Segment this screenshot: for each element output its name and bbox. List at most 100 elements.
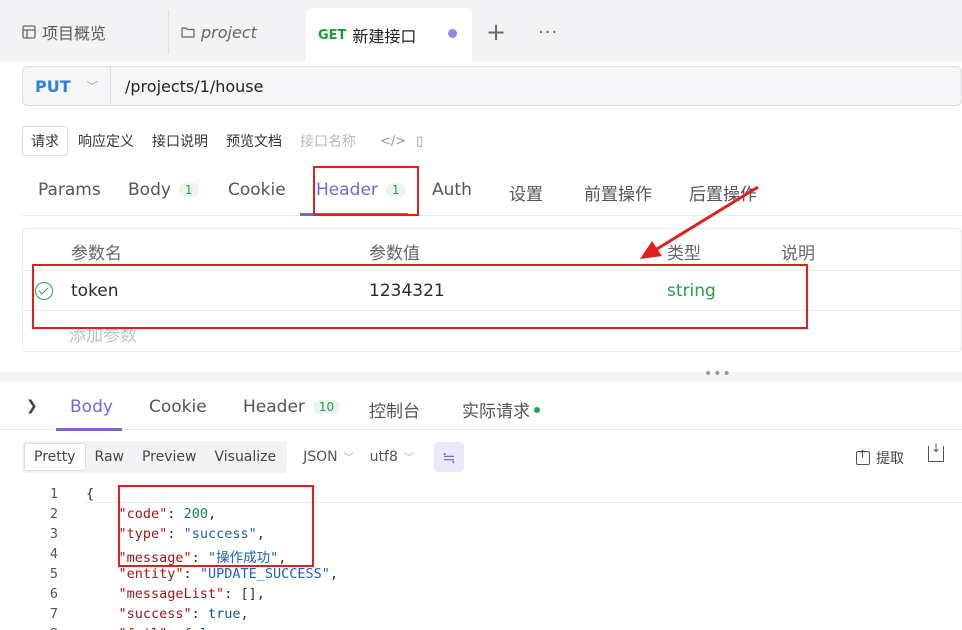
- json-value: "操作成功": [207, 550, 279, 566]
- code-line: 5 "entity": "UPDATE_SUCCESS",: [0, 566, 962, 586]
- tab-label: project: [201, 22, 257, 42]
- top-tab-bar: 项目概览 project GET 新建接口 + ···: [0, 0, 962, 62]
- count-badge: 1: [178, 183, 199, 197]
- code-text: "entity": "UPDATE_SUCCESS",: [118, 566, 338, 582]
- code-line: 4 "message": "操作成功",: [0, 546, 962, 566]
- encoding-value: utf8: [369, 449, 398, 465]
- seg-request[interactable]: 请求: [22, 126, 68, 156]
- code-text: "message": "操作成功",: [118, 550, 287, 566]
- request-tabs: Params Body 1 Cookie Header 1 Auth 设置 前置操作…: [22, 168, 962, 216]
- param-value-cell[interactable]: 1234321: [369, 281, 445, 301]
- resp-tab-header[interactable]: Header 10: [243, 397, 341, 417]
- table-header: 参数名 参数值 类型 说明: [23, 229, 961, 271]
- view-preview-button[interactable]: Preview: [133, 444, 206, 470]
- tab-label: Body: [128, 180, 171, 200]
- folder-icon: [181, 27, 195, 38]
- code-line: 3 "type": "success",: [0, 526, 962, 546]
- tab-cookie[interactable]: Cookie: [228, 180, 286, 200]
- tab-auth[interactable]: Auth: [432, 180, 472, 200]
- line-number: 2: [49, 506, 58, 522]
- json-key: "success": [118, 606, 192, 622]
- enabled-check-icon[interactable]: [35, 282, 53, 300]
- code-text: "success": true,: [118, 606, 249, 622]
- tab-pre-operations[interactable]: 前置操作: [584, 180, 652, 205]
- encoding-select[interactable]: utf8 ﹀: [370, 449, 414, 465]
- panel-splitter[interactable]: •••: [0, 366, 962, 382]
- panel-toggle-icon[interactable]: ▯: [416, 134, 423, 149]
- col-param-name: 参数名: [71, 244, 122, 264]
- resp-tab-actual-request[interactable]: 实际请求: [462, 397, 540, 422]
- col-description: 说明: [781, 244, 815, 264]
- json-key: "messageList": [118, 586, 225, 602]
- tab-params[interactable]: Params: [38, 180, 101, 200]
- format-select[interactable]: JSON ﹀: [303, 449, 354, 465]
- method-value: PUT: [35, 76, 71, 96]
- tab-label: 控制台: [369, 402, 420, 422]
- col-param-value: 参数值: [369, 244, 420, 264]
- code-text: "type": "success",: [118, 526, 265, 542]
- line-number: 5: [49, 566, 58, 582]
- response-tabs: ❯ Body Cookie Header 10 控制台 实际请求: [0, 388, 962, 431]
- param-type-cell[interactable]: string: [667, 281, 716, 301]
- json-value: 200: [183, 506, 208, 522]
- method-select[interactable]: PUT ﹀: [23, 67, 111, 105]
- tab-label: Auth: [432, 180, 472, 200]
- seg-preview-doc[interactable]: 预览文档: [218, 127, 290, 155]
- tab-post-operations[interactable]: 后置操作: [689, 180, 757, 205]
- code-line: 8 "fail": false,: [0, 626, 962, 630]
- resp-tab-cookie[interactable]: Cookie: [149, 397, 207, 417]
- url-input[interactable]: [111, 68, 711, 104]
- seg-response-definition[interactable]: 响应定义: [70, 127, 142, 155]
- tab-project[interactable]: project: [168, 10, 304, 54]
- resp-tab-console[interactable]: 控制台: [369, 397, 420, 422]
- chevron-down-icon: ﹀: [86, 80, 98, 93]
- line-number: 8: [30, 626, 58, 630]
- code-line: 1{: [0, 486, 962, 506]
- param-name-cell[interactable]: token: [71, 281, 119, 301]
- tab-settings[interactable]: 设置: [509, 180, 543, 205]
- code-text: "fail": false,: [86, 626, 233, 630]
- resp-tab-body[interactable]: Body: [70, 397, 113, 417]
- count-badge: 10: [312, 400, 341, 414]
- response-code-view[interactable]: 1{2 "code": 200, 3 "type": "success", 4 "m…: [0, 484, 962, 630]
- line-number: 7: [49, 606, 58, 622]
- response-view-toolbar: Pretty Raw Preview Visualize JSON ﹀ utf8 ﹀…: [22, 440, 962, 474]
- extract-icon: [856, 448, 870, 465]
- json-value: []: [240, 586, 257, 602]
- code-icon[interactable]: </>: [380, 134, 406, 149]
- view-raw-button[interactable]: Raw: [86, 444, 133, 470]
- chevron-down-icon: ﹀: [343, 453, 354, 464]
- code-line: 2 "code": 200,: [0, 506, 962, 526]
- request-url-bar: PUT ﹀: [22, 66, 962, 106]
- json-key: "entity": [118, 566, 184, 582]
- extract-button[interactable]: 提取: [856, 448, 904, 468]
- tab-header[interactable]: Header 1: [316, 180, 406, 200]
- overview-icon: [22, 25, 36, 39]
- view-visualize-button[interactable]: Visualize: [205, 444, 285, 470]
- json-value: "success": [183, 526, 257, 542]
- chevron-down-icon: ﹀: [403, 453, 414, 464]
- status-dot-icon: [534, 406, 540, 413]
- add-param-input[interactable]: 添加参数: [69, 321, 137, 346]
- col-type: 类型: [667, 244, 701, 264]
- seg-api-description[interactable]: 接口说明: [144, 127, 216, 155]
- view-pretty-button[interactable]: Pretty: [24, 443, 86, 471]
- download-icon[interactable]: [928, 441, 944, 462]
- tab-label: 实际请求: [462, 402, 530, 422]
- params-table: 参数名 参数值 类型 说明 token 1234321 string 添加参数: [22, 228, 962, 352]
- tab-label: Body: [70, 397, 113, 417]
- word-wrap-icon[interactable]: ≒: [433, 442, 464, 472]
- line-number: 4: [49, 546, 58, 562]
- new-tab-button[interactable]: +: [486, 10, 510, 54]
- json-value: true: [207, 606, 241, 622]
- api-name-input[interactable]: 接口名称: [292, 127, 364, 155]
- tab-label: 前置操作: [584, 185, 652, 205]
- count-badge: 1: [385, 183, 406, 197]
- tab-new-api[interactable]: GET 新建接口: [306, 8, 472, 62]
- tab-project-overview[interactable]: 项目概览: [22, 10, 162, 54]
- collapse-chevron-icon[interactable]: ❯: [26, 398, 38, 414]
- line-number: 3: [49, 526, 58, 542]
- more-tabs-button[interactable]: ···: [538, 10, 562, 54]
- drag-handle-icon[interactable]: •••: [704, 366, 732, 382]
- tab-body[interactable]: Body 1: [128, 180, 199, 200]
